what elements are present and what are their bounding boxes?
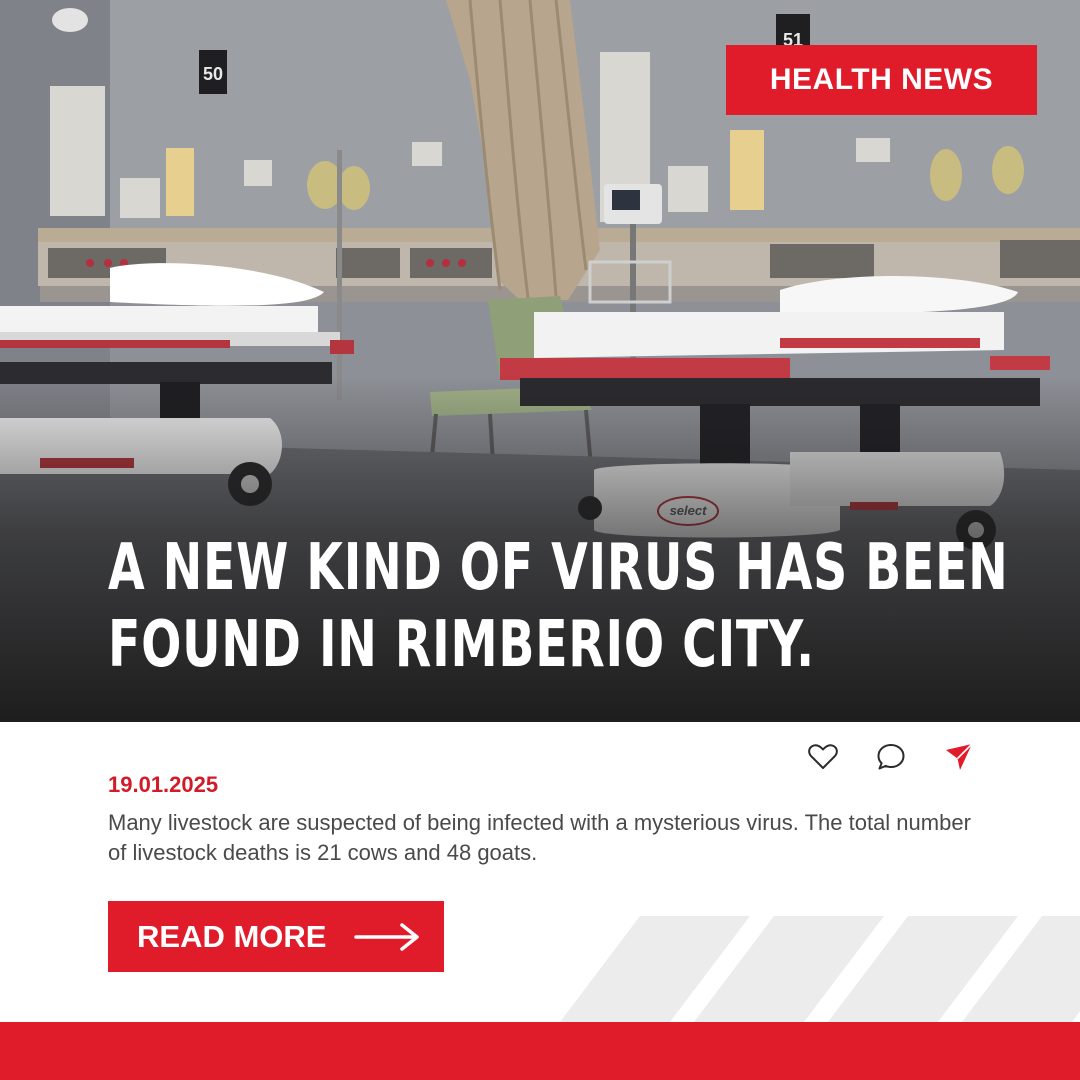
paper-plane-icon (946, 743, 973, 770)
arrow-right-icon (354, 923, 419, 951)
headline: A NEW KIND OF VIRUS HAS BEEN FOUND IN RI… (108, 530, 1009, 684)
footer-bar (0, 1022, 1080, 1080)
headline-line-2: FOUND IN RIMBERIO CITY. (108, 608, 815, 682)
comment-button[interactable] (874, 740, 908, 774)
hero-photo: 50 51 (0, 0, 1080, 722)
like-button[interactable] (806, 740, 840, 774)
read-more-button[interactable]: READ MORE (108, 901, 444, 972)
news-post-card: 50 51 (0, 0, 1080, 1080)
decorative-stripes (560, 916, 1080, 1022)
post-date: 19.01.2025 (108, 772, 219, 797)
post-actions (806, 740, 978, 774)
heart-icon (808, 744, 838, 769)
post-summary: Many livestock are suspected of being in… (108, 810, 971, 865)
read-more-label: READ MORE (137, 918, 327, 954)
headline-line-1: A NEW KIND OF VIRUS HAS BEEN (108, 531, 1009, 605)
speech-bubble-icon (877, 744, 905, 770)
share-button[interactable] (942, 740, 976, 774)
category-badge: HEALTH NEWS (726, 45, 1037, 115)
